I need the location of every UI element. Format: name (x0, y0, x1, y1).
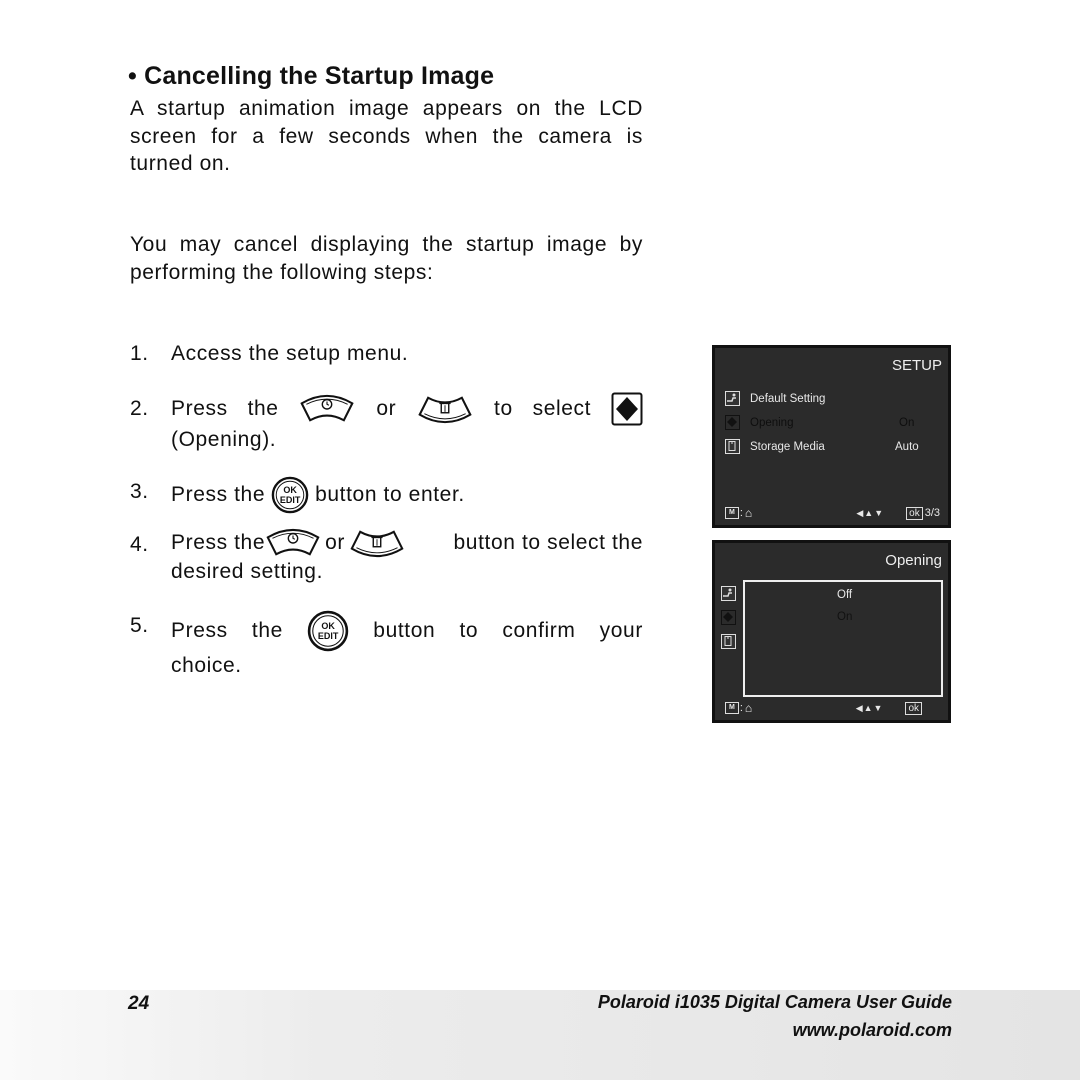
ok-edit-button-icon: OK EDIT (271, 476, 309, 514)
step-number: 1. (130, 342, 149, 365)
step-3: 3. Press the OK EDIT button to enter. (130, 476, 643, 514)
ok-icon: ok (905, 701, 922, 715)
step-word: Press (171, 619, 228, 643)
delete-down-button-icon (416, 394, 474, 424)
lcd-title: SETUP (891, 357, 942, 374)
step-word: the (247, 397, 279, 421)
lcd-menu-item-storage-media: Storage Media Auto (725, 439, 919, 454)
opening-diamond-icon (725, 415, 740, 430)
lcd-side-icon (721, 586, 736, 601)
opening-diamond-icon (611, 392, 643, 426)
step-text-line2: desired setting. (171, 560, 324, 583)
opening-diamond-icon (721, 610, 736, 625)
step-text: or (325, 531, 345, 555)
step-4: 4. Press the or button to select the des… (130, 528, 643, 586)
self-timer-up-button-icon (265, 528, 321, 558)
lcd-side-icon (721, 634, 736, 649)
lcd-side-icon (721, 610, 736, 625)
default-setting-icon (725, 391, 740, 406)
step-text-line2: (Opening). (171, 428, 277, 451)
edit-label: EDIT (279, 495, 301, 505)
lcd-item-label: Storage Media (750, 440, 825, 453)
step-word: button (373, 619, 436, 643)
ok-edit-button-icon: OK EDIT (307, 610, 349, 652)
lcd-opening-screen: Opening Off On M : ⌂ ◀▲▼ ok (712, 540, 951, 723)
step-text: button to select the (453, 531, 643, 555)
step-text: Press the (171, 483, 266, 507)
step-word: to (494, 397, 513, 421)
lcd-setup-screen: SETUP Default Setting Opening On Storage… (712, 345, 951, 528)
self-timer-up-button-icon (298, 394, 356, 424)
lcd-footer: M : ⌂ ◀▲▼ ok 3/3 (725, 505, 940, 521)
menu-m-icon: M (725, 507, 739, 519)
step-word: select (532, 397, 592, 421)
ok-label: OK (283, 485, 297, 495)
home-icon: ⌂ (744, 506, 753, 520)
lcd-menu-item-opening: Opening On (725, 415, 914, 430)
step-number: 3. (130, 480, 149, 503)
option-on[interactable]: On (837, 611, 852, 623)
step-text-line2: choice. (171, 654, 242, 677)
page-indicator: 3/3 (924, 507, 940, 519)
lcd-item-value: Auto (895, 440, 919, 453)
website-url[interactable]: www.polaroid.com (793, 1020, 952, 1041)
storage-card-icon (721, 634, 736, 649)
lcd-item-value: On (899, 416, 915, 429)
step-text: Press the (171, 531, 266, 555)
instructions-paragraph: You may cancel displaying the startup im… (130, 233, 643, 284)
lcd-title: Opening (885, 552, 942, 569)
guide-title: Polaroid i1035 Digital Camera User Guide (597, 992, 952, 1012)
lcd-footer: M : ⌂ ◀▲▼ ok (725, 700, 940, 716)
step-word: Press (171, 397, 228, 421)
page-number: 24 (128, 993, 150, 1014)
nav-arrows-icon: ◀▲▼ (856, 507, 885, 518)
default-setting-icon (721, 586, 736, 601)
step-number: 2. (130, 397, 149, 420)
ok-icon: ok (906, 506, 923, 520)
ok-label: OK (321, 621, 335, 631)
options-box: Off On (743, 580, 943, 697)
step-1: 1. Access the setup menu. (130, 340, 643, 368)
intro-paragraph: A startup animation image appears on the… (130, 97, 643, 175)
menu-m-icon: M (725, 702, 739, 714)
step-number: 4. (130, 533, 149, 556)
lcd-item-label: Default Setting (750, 392, 826, 405)
step-5: 5. Press the OK EDIT button to confirm y… (130, 610, 643, 680)
storage-card-icon (725, 439, 740, 454)
step-word: to (459, 619, 479, 643)
delete-down-button-icon (349, 528, 405, 558)
option-off[interactable]: Off (837, 589, 852, 601)
edit-label: EDIT (317, 631, 339, 641)
step-word: your (599, 619, 643, 643)
step-text: button to enter. (315, 483, 465, 507)
section-heading: • Cancelling the Startup Image (128, 62, 495, 90)
nav-arrows-icon: ◀▲▼ (855, 702, 884, 713)
step-number: 5. (130, 614, 149, 637)
step-word: confirm (502, 619, 576, 643)
step-text: Access the setup menu. (171, 342, 409, 365)
step-word: the (251, 619, 283, 643)
lcd-menu-item-default-setting: Default Setting (725, 391, 825, 406)
lcd-item-label: Opening (750, 416, 794, 429)
home-icon: ⌂ (744, 701, 753, 715)
step-2: 2. Press the or to select (Opening). (130, 392, 643, 454)
step-word: or (376, 397, 397, 421)
